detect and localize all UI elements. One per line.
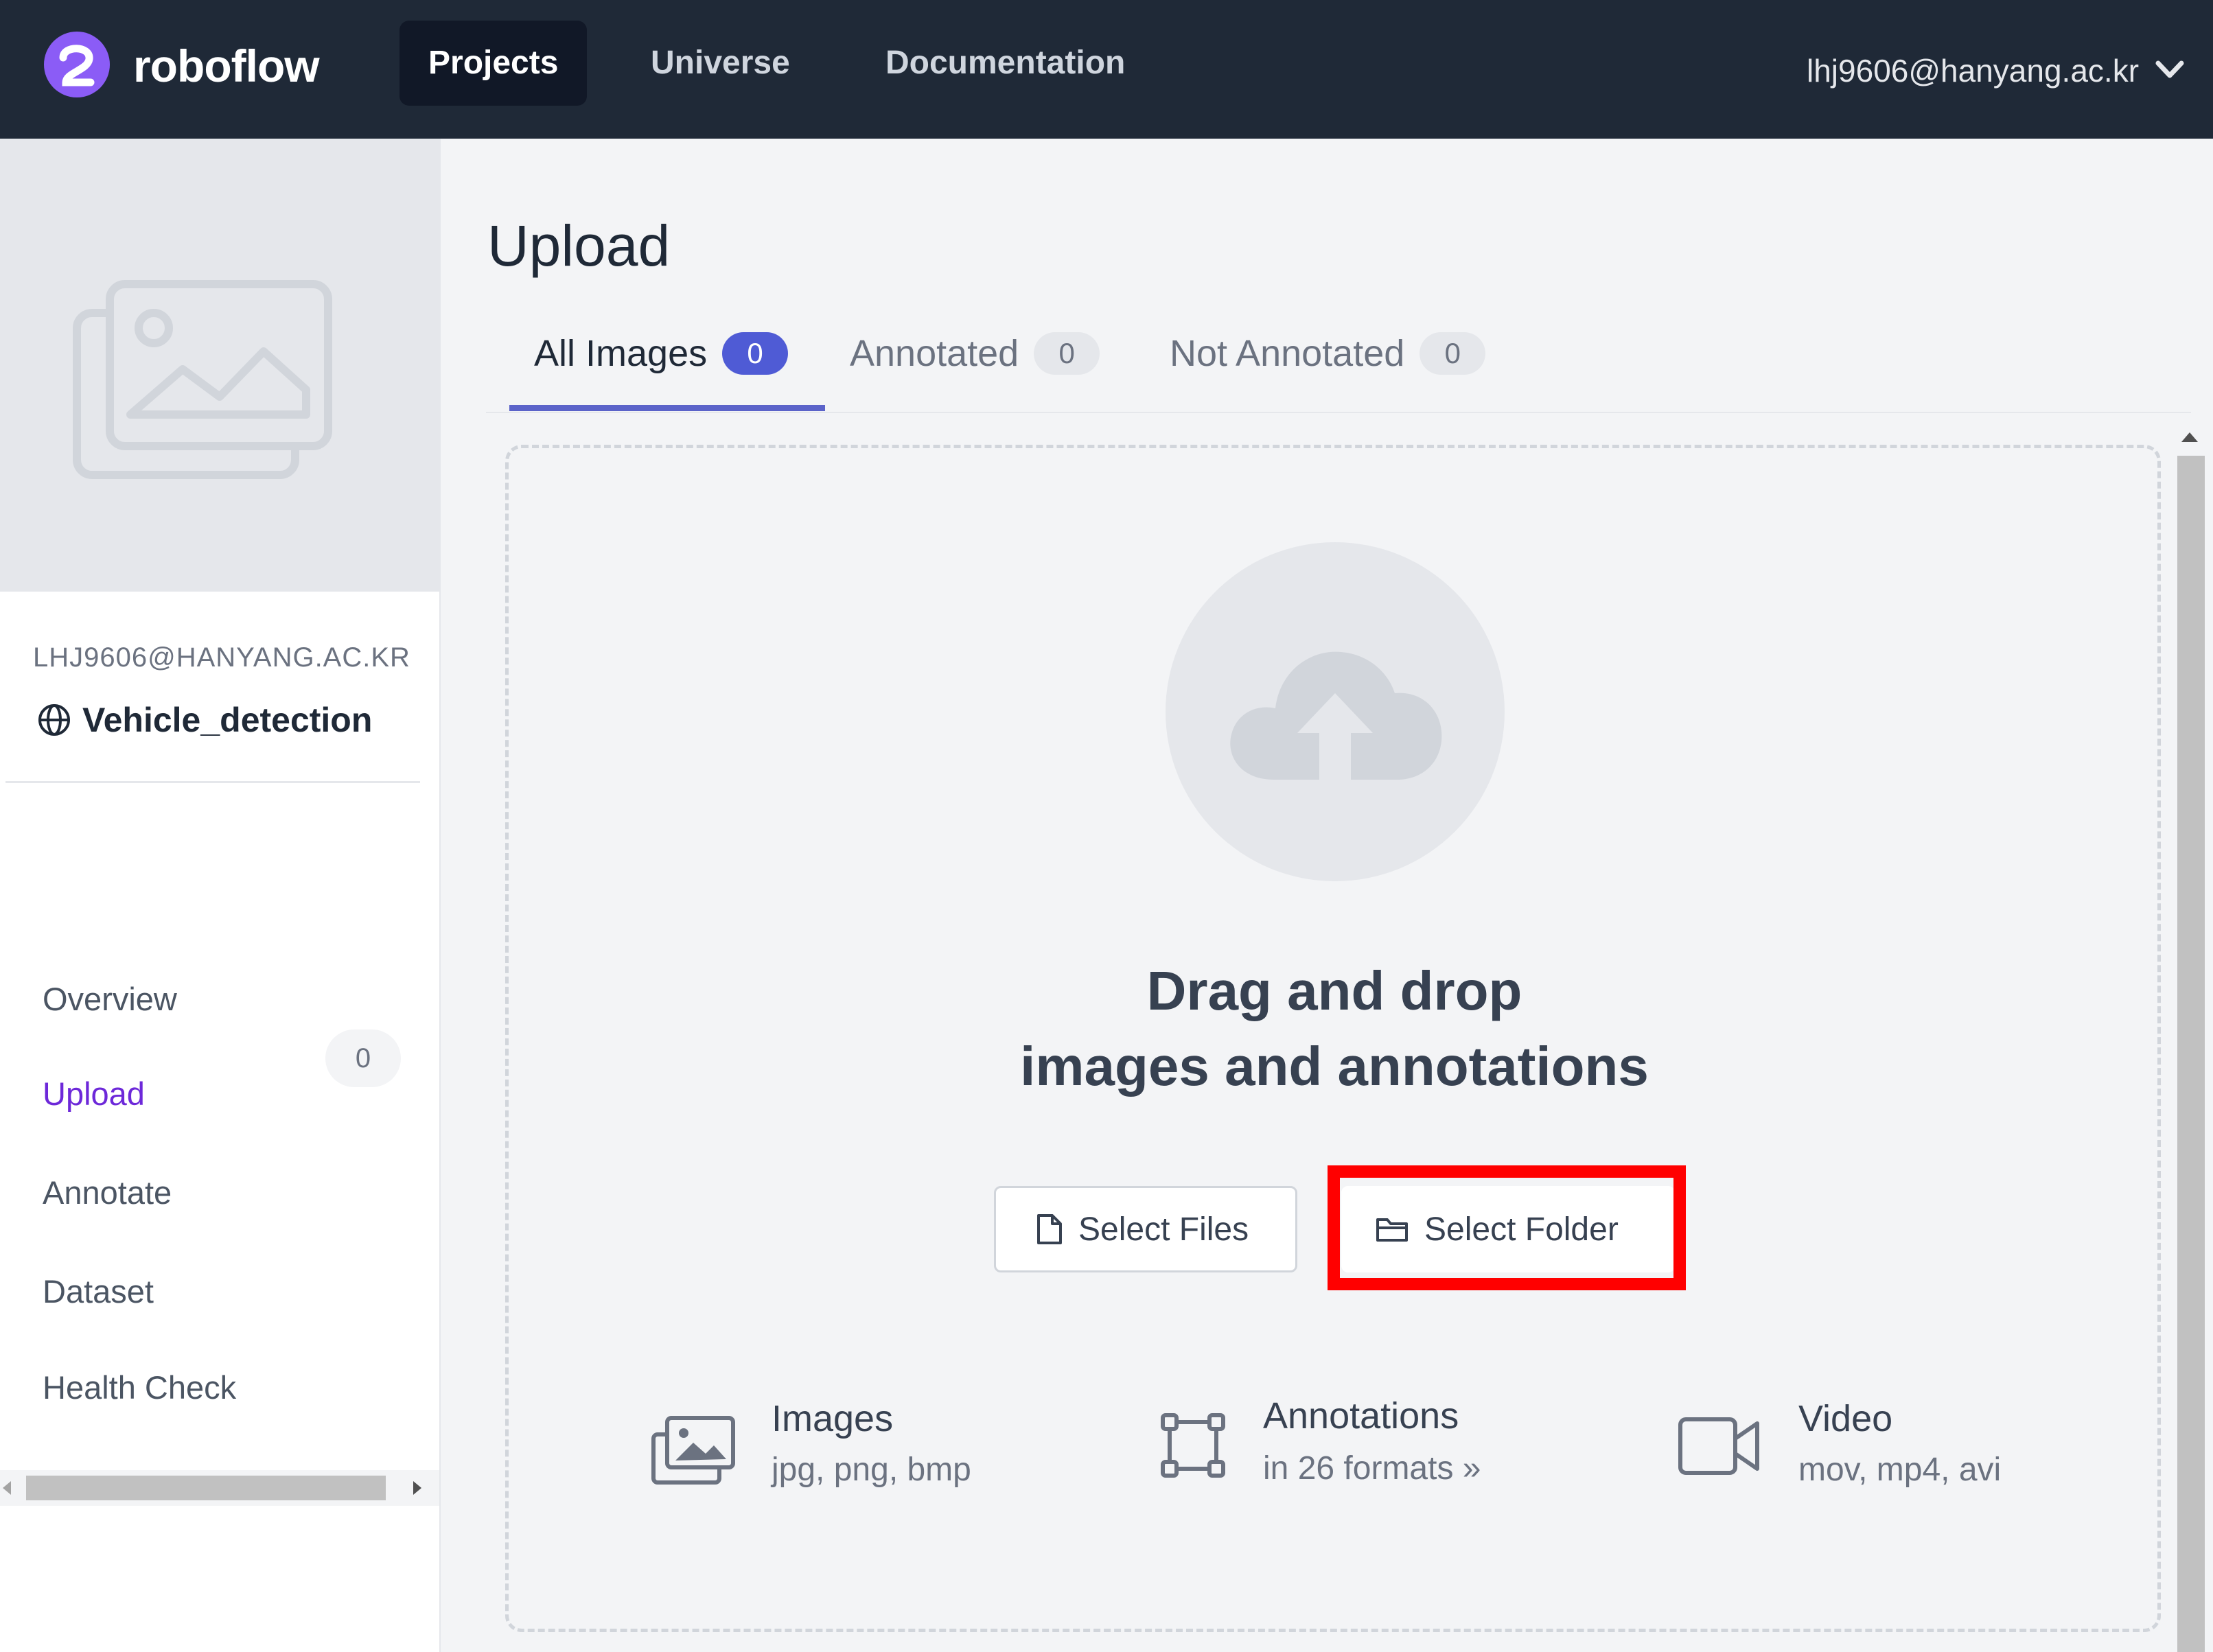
cloud-upload-icon xyxy=(1230,651,1442,780)
page-title: Upload xyxy=(487,213,671,278)
feature-video-formats: mov, mp4, avi xyxy=(1798,1452,2002,1488)
sidebar-item-overview[interactable]: Overview xyxy=(43,980,177,1018)
tab-count-badge: 0 xyxy=(722,332,789,375)
nav-universe[interactable]: Universe xyxy=(622,21,819,106)
sidebar-divider xyxy=(5,781,420,783)
select-files-button[interactable]: Select Files xyxy=(994,1186,1297,1272)
user-menu-email[interactable]: lhj9606@hanyang.ac.kr xyxy=(1807,52,2139,89)
tab-annotated[interactable]: Annotated 0 xyxy=(850,332,1100,375)
scroll-right-arrow-icon[interactable] xyxy=(413,1481,421,1495)
globe-icon xyxy=(38,704,70,736)
project-thumbnail xyxy=(0,139,439,592)
sidebar-horizontal-scrollbar[interactable] xyxy=(0,1470,439,1506)
nav-projects[interactable]: Projects xyxy=(399,21,588,106)
sidebar-item-upload[interactable]: Upload xyxy=(43,1075,145,1113)
scroll-left-arrow-icon[interactable] xyxy=(3,1481,11,1495)
scroll-up-arrow-icon[interactable] xyxy=(2181,432,2198,442)
dropzone-title-line-1: Drag and drop xyxy=(1146,960,1522,1021)
sidebar-item-health-check[interactable]: Health Check xyxy=(43,1369,236,1406)
feature-images-formats: jpg, png, bmp xyxy=(772,1452,971,1488)
feature-annotations-title: Annotations xyxy=(1263,1395,1459,1436)
scrollbar-thumb[interactable] xyxy=(2177,456,2205,1652)
top-navbar: roboflow Projects Universe Documentation… xyxy=(0,0,2213,139)
main-vertical-scrollbar[interactable] xyxy=(2166,417,2213,1652)
active-tab-indicator xyxy=(509,405,825,411)
annotate-count-badge: 0 xyxy=(325,1029,401,1087)
tab-count-badge: 0 xyxy=(1034,332,1100,375)
tab-all-images[interactable]: All Images 0 xyxy=(534,332,789,375)
feature-images-title: Images xyxy=(772,1398,894,1439)
tab-count-badge: 0 xyxy=(1420,332,1486,375)
sidebar-item-annotate[interactable]: Annotate xyxy=(43,1174,172,1211)
feature-video-title: Video xyxy=(1798,1398,1893,1439)
bounding-box-icon xyxy=(1161,1413,1225,1478)
tab-label: Not Annotated xyxy=(1170,333,1405,374)
feature-annotations-formats-link[interactable]: in 26 formats » xyxy=(1263,1450,1481,1487)
tab-not-annotated[interactable]: Not Annotated 0 xyxy=(1170,332,1486,375)
select-folder-highlight-box xyxy=(1328,1165,1686,1290)
chevron-down-icon[interactable] xyxy=(2153,55,2187,85)
sidebar-item-dataset[interactable]: Dataset xyxy=(43,1272,154,1310)
tab-label: Annotated xyxy=(850,333,1019,374)
images-icon xyxy=(651,1416,735,1485)
roboflow-logo-icon[interactable] xyxy=(43,30,111,99)
video-camera-icon xyxy=(1678,1417,1759,1475)
scrollbar-thumb[interactable] xyxy=(26,1476,386,1500)
nav-documentation[interactable]: Documentation xyxy=(857,21,1154,106)
sidebar: LHJ9606@HANYANG.AC.KR Vehicle_detection … xyxy=(0,139,441,1652)
brand-name[interactable]: roboflow xyxy=(133,40,320,92)
tabs-divider xyxy=(486,412,2191,413)
image-placeholder-icon xyxy=(73,280,332,479)
workspace-name[interactable]: LHJ9606@HANYANG.AC.KR xyxy=(33,642,410,673)
select-files-label: Select Files xyxy=(1078,1211,1249,1248)
tab-label: All Images xyxy=(534,333,708,374)
project-name[interactable]: Vehicle_detection xyxy=(82,700,372,740)
file-icon xyxy=(1037,1214,1062,1244)
dropzone-title-line-2: images and annotations xyxy=(1020,1036,1649,1097)
